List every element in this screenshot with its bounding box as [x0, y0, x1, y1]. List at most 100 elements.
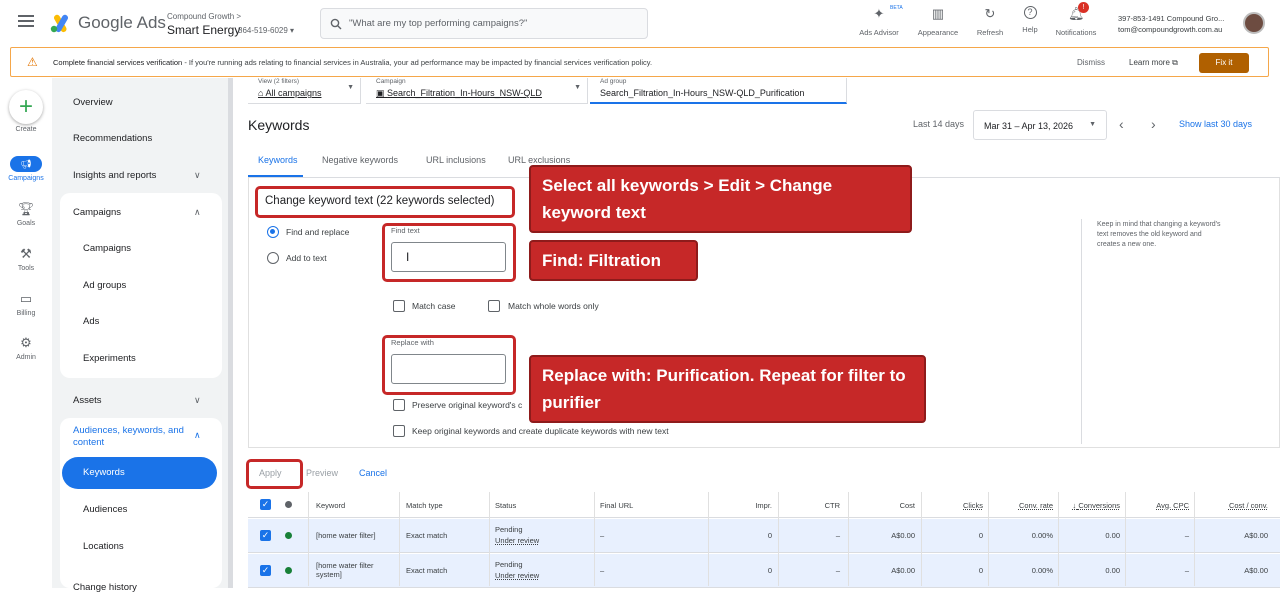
conv-rate-cell: 0.00% — [1031, 566, 1053, 575]
nav-panel: Overview Recommendations Insights and re… — [52, 78, 230, 593]
column-divider — [489, 492, 490, 586]
col-clicks[interactable]: Clicks — [938, 501, 983, 510]
user-info[interactable]: 397-853-1491 Compound Gro... tom@compoun… — [1118, 13, 1224, 35]
rail-goals[interactable]: 🏆︎ Goals — [0, 201, 52, 227]
keyword-cell[interactable]: [home water filter] — [316, 531, 376, 540]
col-impr[interactable]: Impr. — [728, 501, 772, 510]
row-checkbox[interactable]: ✓ — [260, 565, 271, 576]
match-type-cell: Exact match — [406, 566, 448, 575]
ads-advisor-button[interactable]: ✦ Ads Advisor BETA — [856, 5, 903, 37]
nav-experiments[interactable]: Experiments — [83, 353, 136, 364]
campaign-filter[interactable]: Campaign ▣ Search_Filtration_In-Hours_NS… — [366, 78, 588, 104]
clicks-cell: 0 — [978, 566, 983, 575]
column-divider — [1194, 492, 1195, 586]
appearance-button[interactable]: ▥ Appearance — [914, 6, 962, 37]
date-range-picker[interactable]: Mar 31 – Apr 13, 2026 ▼ — [973, 110, 1107, 140]
col-conv-rate[interactable]: Conv. rate — [1003, 501, 1053, 510]
notifications-button[interactable]: 🔔︎ Notifications ! — [1052, 2, 1100, 37]
col-cost[interactable]: Cost — [870, 501, 915, 510]
rail-campaigns[interactable]: 📢︎ Campaigns — [0, 156, 52, 182]
status-dot-icon — [285, 567, 292, 574]
banner-message: Complete financial services verification… — [53, 58, 653, 67]
campaigns-card: Campaigns ∧ Campaigns Ad groups Ads Expe… — [60, 193, 222, 378]
account-id[interactable]: 864-519-6029 ▾ — [238, 26, 294, 35]
match-type-cell: Exact match — [406, 531, 448, 540]
search-placeholder: "What are my top performing campaigns?" — [349, 18, 528, 29]
replace-with-highlight — [382, 335, 516, 395]
add-to-text-label: Add to text — [286, 253, 327, 263]
callout-find: Find: Filtration — [529, 240, 698, 281]
row-checkbox[interactable]: ✓ — [260, 530, 271, 541]
show-last-30-link[interactable]: Show last 30 days — [1179, 119, 1252, 129]
panel-title-highlight — [255, 186, 515, 218]
create-button[interactable]: + — [9, 90, 43, 124]
rail-admin[interactable]: ⚙ Admin — [0, 335, 52, 361]
nav-insights[interactable]: Insights and reports — [73, 170, 156, 181]
nav-overview[interactable]: Overview — [73, 97, 113, 108]
nav-audiences[interactable]: Audiences — [83, 504, 127, 515]
adgroup-filter[interactable]: Ad group Search_Filtration_In-Hours_NSW-… — [590, 78, 847, 104]
verification-banner: ⚠ Complete financial services verificati… — [10, 47, 1269, 77]
rail-billing[interactable]: ▭ Billing — [0, 291, 52, 317]
cancel-button[interactable]: Cancel — [359, 468, 387, 478]
nav-audiences-group[interactable]: Audiences, keywords, and content — [73, 425, 193, 449]
match-case-checkbox[interactable] — [393, 300, 405, 312]
tab-keywords[interactable]: Keywords — [258, 155, 298, 165]
keyword-cell[interactable]: [home water filter system] — [316, 561, 396, 579]
credit-card-icon: ▭ — [19, 291, 33, 306]
search-input[interactable]: "What are my top performing campaigns?" — [320, 8, 648, 39]
preview-button[interactable]: Preview — [306, 468, 338, 478]
col-match-type[interactable]: Match type — [406, 501, 443, 510]
tab-negative-keywords[interactable]: Negative keywords — [322, 155, 398, 165]
tab-url-inclusions[interactable]: URL inclusions — [426, 155, 486, 165]
dismiss-button[interactable]: Dismiss — [1077, 58, 1105, 67]
view-filter[interactable]: View (2 filters) ⌂ All campaigns ▼ — [248, 78, 361, 104]
menu-icon[interactable] — [18, 15, 34, 27]
account-manager-name[interactable]: Compound Growth > — [167, 12, 241, 21]
status-detail[interactable]: Under review — [495, 571, 539, 580]
nav-ad-groups[interactable]: Ad groups — [83, 280, 126, 291]
help-button[interactable]: ? Help — [1016, 6, 1044, 34]
notification-badge: ! — [1078, 2, 1089, 13]
status-detail[interactable]: Under review — [495, 536, 539, 545]
refresh-button[interactable]: ↻ Refresh — [972, 6, 1008, 37]
keep-original-checkbox[interactable] — [393, 425, 405, 437]
prev-period-icon[interactable]: ‹ — [1119, 116, 1124, 132]
next-period-icon[interactable]: › — [1151, 116, 1156, 132]
col-avg-cpc[interactable]: Avg. CPC — [1134, 501, 1189, 510]
nav-keywords[interactable]: Keywords — [62, 457, 217, 489]
select-all-checkbox[interactable]: ✓ — [260, 499, 271, 510]
tab-url-exclusions[interactable]: URL exclusions — [508, 155, 570, 165]
nav-assets[interactable]: Assets — [73, 395, 102, 406]
rail-tools[interactable]: ⚒ Tools — [0, 246, 52, 272]
nav-ads[interactable]: Ads — [83, 316, 99, 327]
col-status[interactable]: Status — [495, 501, 516, 510]
appearance-icon: ▥ — [931, 6, 945, 21]
col-final-url[interactable]: Final URL — [600, 501, 633, 510]
account-name[interactable]: Smart Energy — [167, 23, 240, 37]
avatar[interactable] — [1243, 12, 1265, 34]
find-replace-radio[interactable] — [267, 226, 279, 238]
fix-it-button[interactable]: Fix it — [1199, 53, 1249, 73]
match-whole-words-checkbox[interactable] — [488, 300, 500, 312]
col-ctr[interactable]: CTR — [800, 501, 840, 510]
nav-locations[interactable]: Locations — [83, 541, 124, 552]
learn-more-link[interactable]: Learn more ⧉ — [1129, 58, 1178, 68]
col-conversions[interactable]: ↓ Conversions — [1063, 501, 1120, 510]
col-cost-per-conv[interactable]: Cost / conv. — [1208, 501, 1268, 510]
add-to-text-radio[interactable] — [267, 252, 279, 264]
external-link-icon: ⧉ — [1172, 58, 1178, 67]
cost-cell: A$0.00 — [891, 566, 915, 575]
top-bar: Google Ads Compound Growth > Smart Energ… — [0, 0, 1280, 46]
chevron-up-icon[interactable]: ∧ — [194, 207, 201, 218]
chevron-down-icon[interactable]: ∨ — [194, 170, 201, 181]
nav-recommendations[interactable]: Recommendations — [73, 133, 152, 144]
sort-down-icon: ↓ — [1072, 501, 1077, 510]
nav-campaigns-group[interactable]: Campaigns — [73, 207, 121, 218]
chevron-up-icon[interactable]: ∧ — [194, 430, 201, 441]
tools-icon: ⚒ — [20, 246, 32, 261]
nav-campaigns[interactable]: Campaigns — [83, 243, 131, 254]
preserve-case-checkbox[interactable] — [393, 399, 405, 411]
col-keyword[interactable]: Keyword — [316, 501, 345, 510]
chevron-down-icon[interactable]: ∨ — [194, 395, 201, 406]
